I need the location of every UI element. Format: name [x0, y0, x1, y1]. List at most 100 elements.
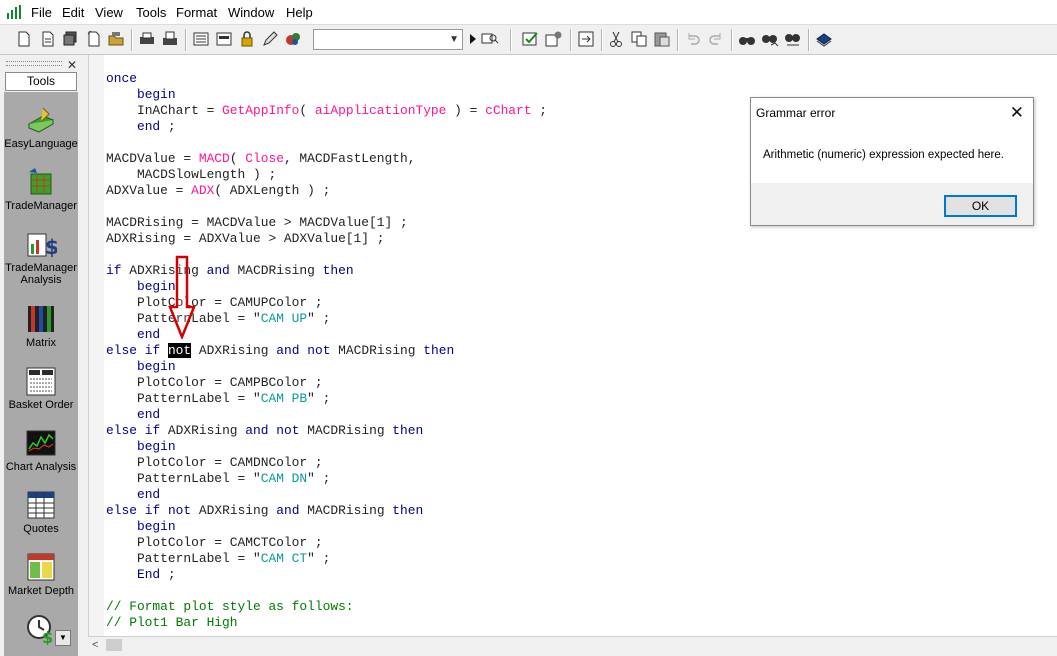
code-text: PlotColor = CAMDNColor ; [106, 455, 323, 470]
copy-icon[interactable] [630, 30, 648, 48]
tool-label: Market Depth [7, 585, 75, 597]
code-keyword: and [245, 423, 269, 438]
toolbar-separator [510, 29, 512, 51]
code-function: ADX [191, 183, 215, 198]
find-next-icon[interactable] [761, 30, 779, 48]
code-text: MACDValue = [106, 151, 199, 166]
horizontal-scrollbar[interactable]: < [88, 636, 1057, 654]
tool-chart-analysis[interactable]: Chart Analysis [4, 427, 78, 473]
play-icon[interactable] [464, 30, 482, 48]
menu-window[interactable]: Window [228, 5, 274, 20]
tool-label: Matrix [26, 337, 56, 349]
code-text: PlotColor = CAMPBColor ; [106, 375, 323, 390]
code-function: Close [245, 151, 284, 166]
code-text: PlotColor = CAMUPColor ; [106, 295, 323, 310]
code-text: PatternLabel = " [106, 551, 261, 566]
insert-icon[interactable] [284, 30, 302, 48]
code-keyword: and [276, 343, 300, 358]
scrollbar-thumb[interactable] [106, 639, 122, 651]
code-text: ADXRising [191, 343, 277, 358]
tool-trademanager-analysis[interactable]: $ TradeManager Analysis [4, 228, 78, 286]
code-keyword: then [423, 343, 455, 358]
tool-trademanager[interactable]: TradeManager [4, 166, 78, 212]
undo-icon[interactable] [684, 30, 702, 48]
code-string: CAM PB [260, 391, 308, 406]
replace-icon[interactable] [784, 30, 802, 48]
cut-icon[interactable] [607, 30, 625, 48]
print-icon[interactable] [138, 30, 156, 48]
code-text: " ; [307, 551, 331, 566]
close-icon[interactable]: ✕ [67, 58, 77, 72]
code-text: MACDSlowLength ) ; [106, 167, 277, 182]
code-keyword: if [144, 423, 161, 438]
toolbar-combo[interactable]: ▼ [313, 29, 463, 50]
open-icon[interactable] [39, 30, 57, 48]
new-file-icon[interactable] [15, 30, 33, 48]
code-text: " ; [307, 471, 331, 486]
tool-label: Chart Analysis [5, 461, 77, 473]
menu-bar: File Edit View Tools Format Window Help [0, 0, 1057, 24]
menu-file[interactable]: File [31, 5, 52, 20]
tool-matrix[interactable]: Matrix [4, 303, 78, 349]
menu-edit[interactable]: Edit [62, 5, 84, 20]
grammar-error-dialog: Grammar error ✕ Arithmetic (numeric) exp… [750, 97, 1034, 226]
properties-icon[interactable] [192, 30, 210, 48]
ok-button[interactable]: OK [944, 195, 1017, 217]
help-icon[interactable] [815, 30, 833, 48]
export-icon[interactable] [577, 30, 595, 48]
code-string: CAM CT [260, 551, 308, 566]
check-icon[interactable] [522, 30, 540, 48]
code-keyword: then [392, 423, 424, 438]
dialog-title: Grammar error [756, 106, 836, 120]
tool-quotes[interactable]: Quotes [4, 489, 78, 535]
code-function: MACD [198, 151, 230, 166]
code-text: ( ADXLength ) ; [214, 183, 331, 198]
verify-icon[interactable] [85, 30, 103, 48]
chevron-down-icon[interactable]: ▼ [449, 34, 459, 45]
scroll-left-icon[interactable]: < [92, 639, 98, 651]
basket-order-icon [26, 367, 56, 396]
code-text: PlotColor = CAMCTColor ; [106, 535, 323, 550]
redo-icon[interactable] [707, 30, 725, 48]
code-comment: // Format plot style as follows: [106, 599, 354, 614]
tools-more-dropdown[interactable]: ▼ [55, 630, 71, 646]
code-keyword: once [106, 71, 137, 86]
dialog-message: Arithmetic (numeric) expression expected… [763, 149, 1004, 161]
tool-label: EasyLanguage [4, 138, 78, 150]
code-text: MACDRising [299, 423, 393, 438]
code-content[interactable]: once begin InAChart = GetAppInfo( aiAppl… [106, 71, 547, 631]
toolbar-separator [731, 29, 733, 51]
menu-format[interactable]: Format [176, 5, 217, 20]
lock-icon[interactable] [238, 30, 256, 48]
panel-grip[interactable] [6, 61, 62, 66]
menu-tools[interactable]: Tools [136, 5, 166, 20]
tool-label: Quotes [23, 523, 59, 535]
print-preview-icon[interactable] [161, 30, 179, 48]
menu-help[interactable]: Help [286, 5, 313, 20]
settings-icon[interactable] [545, 30, 563, 48]
error-highlight: not [167, 343, 192, 358]
code-keyword: then [392, 503, 424, 518]
pencil-icon[interactable] [261, 30, 279, 48]
zoom-icon[interactable] [481, 30, 499, 48]
open-folder-icon[interactable] [107, 30, 125, 48]
clock-money-icon: $ [27, 615, 53, 645]
format-icon[interactable] [215, 30, 233, 48]
tool-market-depth[interactable]: Market Depth [4, 551, 78, 597]
tool-label: TradeManager [5, 200, 77, 212]
toolbar-separator [185, 29, 187, 51]
menu-view[interactable]: View [95, 5, 123, 20]
save-all-icon[interactable] [61, 30, 79, 48]
dialog-title-bar[interactable]: Grammar error ✕ [751, 98, 1033, 128]
code-text: ; [531, 103, 547, 118]
find-icon[interactable] [738, 30, 756, 48]
code-text: PatternLabel = " [106, 471, 261, 486]
close-icon[interactable]: ✕ [1010, 103, 1024, 123]
code-text: ( [299, 103, 315, 118]
paste-icon[interactable] [653, 30, 671, 48]
tool-label: TradeManager Analysis [5, 262, 77, 286]
dialog-body: Arithmetic (numeric) expression expected… [751, 128, 1033, 183]
tool-basket-order[interactable]: Basket Order [4, 365, 78, 411]
svg-text:$: $ [45, 235, 57, 259]
tool-easylanguage[interactable]: EasyLanguage [4, 104, 78, 150]
